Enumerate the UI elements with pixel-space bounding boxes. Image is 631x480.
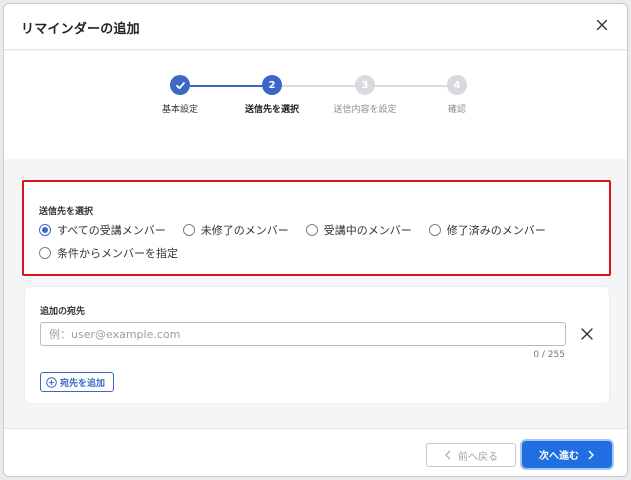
chevron-left-icon [445, 450, 451, 460]
step-4: 4 確認 [407, 75, 507, 115]
email-input[interactable] [40, 322, 566, 346]
radio-label: 未修了のメンバー [200, 224, 289, 237]
stepper: 基本設定 2 送信先を選択 3 送信内容を設定 4 確認 [4, 51, 627, 159]
back-button-label: 前へ戻る [458, 451, 498, 463]
step-3: 3 送信内容を設定 [315, 75, 415, 115]
step-label: 確認 [447, 105, 466, 115]
step-2: 2 送信先を選択 [222, 75, 322, 115]
step-label: 送信内容を設定 [333, 105, 397, 115]
radio-label: 条件からメンバーを指定 [57, 247, 178, 260]
character-counter: 0 / 255 [533, 350, 565, 360]
back-button[interactable]: 前へ戻る [426, 443, 516, 467]
section-title: 追加の宛先 [40, 307, 86, 317]
step-number: 4 [447, 75, 467, 95]
next-button[interactable]: 次へ進む [522, 441, 612, 468]
radio-in-progress-members[interactable]: 受講中のメンバー [305, 222, 412, 238]
radio-button-checked[interactable] [39, 224, 51, 236]
radio-row: 条件からメンバーを指定 [39, 245, 195, 261]
reminder-dialog: リマインダーの追加 基本設定 2 送信先を選択 3 送信内容を設定 4 確認 送… [3, 3, 628, 477]
radio-incomplete-members[interactable]: 未修了のメンバー [182, 222, 289, 238]
step-label: 基本設定 [161, 105, 198, 115]
close-icon[interactable] [579, 326, 595, 342]
step-1: 基本設定 [130, 75, 230, 115]
dialog-header: リマインダーの追加 [4, 4, 627, 50]
close-icon[interactable] [593, 16, 611, 34]
radio-conditional-members[interactable]: 条件からメンバーを指定 [39, 245, 178, 261]
dialog-title: リマインダーの追加 [21, 22, 140, 37]
step-number: 3 [355, 75, 375, 95]
check-icon [170, 75, 190, 95]
add-recipient-button[interactable]: 宛先を追加 [40, 372, 115, 392]
add-recipient-label: 宛先を追加 [60, 378, 106, 389]
plus-circle-icon [46, 376, 57, 388]
step-label: 送信先を選択 [244, 105, 299, 115]
radio-button[interactable] [182, 224, 195, 236]
radio-all-members[interactable]: すべての受講メンバー [39, 222, 166, 238]
section-title: 送信先を選択 [39, 207, 94, 217]
radio-button[interactable] [305, 224, 318, 236]
chevron-right-icon [588, 450, 594, 459]
radio-label: すべての受講メンバー [57, 224, 166, 237]
radio-button[interactable] [39, 247, 51, 259]
radio-label: 受講中のメンバー [323, 224, 412, 237]
radio-label: 修了済みのメンバー [446, 224, 546, 237]
additional-recipients-section: 追加の宛先 0 / 255 宛先を追加 [24, 286, 610, 404]
radio-completed-members[interactable]: 修了済みのメンバー [428, 222, 546, 238]
radio-button[interactable] [428, 224, 441, 236]
dialog-footer: 前へ戻る 次へ進む [4, 428, 627, 476]
step-number: 2 [262, 75, 282, 95]
recipient-section: 送信先を選択 すべての受講メンバー 未修了のメンバー 受講中のメンバー 修了済み… [22, 180, 611, 276]
next-button-label: 次へ進む [539, 451, 579, 462]
radio-row: すべての受講メンバー 未修了のメンバー 受講中のメンバー 修了済みのメンバー [39, 222, 563, 238]
